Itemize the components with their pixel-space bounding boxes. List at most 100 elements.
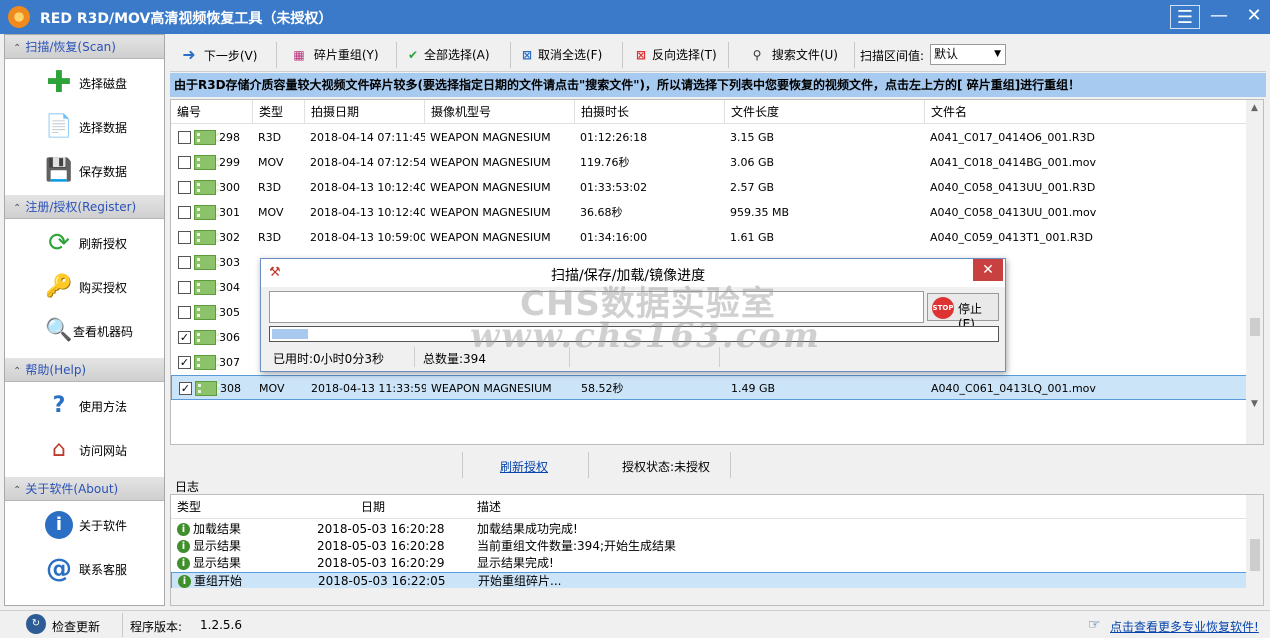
row-checkbox[interactable] [178,131,191,144]
deselect-all-button[interactable]: ⊠ 取消全选(F) [516,42,602,68]
toolbar-separator [854,42,855,68]
row-checkbox[interactable] [178,281,191,294]
row-checkbox[interactable] [178,181,191,194]
status-bar: ↻ 检查更新 程序版本: 1.2.5.6 ☞ 点击查看更多专业恢复软件! [0,610,1270,638]
close-icon[interactable]: ✕ [973,259,1003,281]
scroll-thumb[interactable] [1250,539,1260,571]
update-globe-icon[interactable]: ↻ [26,614,46,634]
search-files-button[interactable]: ⚲ 搜索文件(U) [746,42,838,68]
home-globe-icon: ⌂ [52,437,66,462]
arrow-right-icon: ➜ [182,45,196,64]
sidebar-item-select-disk[interactable]: ✚ 选择磁盘 [5,63,164,103]
row-name: A040_C058_0413UU_001.mov [930,206,1097,219]
sidebar-item-refresh-license[interactable]: ⟳ 刷新授权 [5,223,164,263]
select-all-button[interactable]: ✔ 全部选择(A) [402,42,490,68]
app-logo-icon [8,6,30,28]
minimize-icon[interactable]: — [1205,4,1233,30]
stop-button[interactable]: STOP 停止(E) [927,293,999,331]
log-column-type[interactable]: 类型 [171,495,201,519]
column-header-date[interactable]: 拍摄日期 [305,100,425,124]
row-checkbox[interactable]: ✓ [179,382,192,395]
file-row[interactable]: ✓ 308 MOV 2018-04-13 11:33:59 WEAPON MAGNESI… [171,375,1247,400]
row-checkbox[interactable]: ✓ [178,331,191,344]
row-name: A041_C018_0414BG_001.mov [930,156,1097,169]
sidebar-section-register[interactable]: ⌃ 注册/授权(Register) [5,195,164,219]
toolbar-separator [622,42,623,68]
scroll-thumb[interactable] [1250,318,1260,336]
column-header-id[interactable]: 编号 [171,100,253,124]
close-icon[interactable]: ✕ [1240,4,1268,30]
refresh-license-link[interactable]: 刷新授权 [500,458,548,475]
row-type: R3D [258,131,282,144]
log-row[interactable]: i 显示结果 2018-05-03 16:20:28 当前重组文件数量:394;开始生… [171,538,1247,555]
log-column-desc[interactable]: 描述 [471,495,501,519]
video-file-icon [194,155,219,170]
column-header-duration[interactable]: 拍摄时长 [575,100,725,124]
row-size: 2.57 GB [730,181,775,194]
log-row[interactable]: i 重组开始 2018-05-03 16:22:05 开始重组碎片... [171,572,1247,589]
row-camera: WEAPON MAGNESIUM [430,131,551,144]
menu-icon[interactable]: ☰ [1170,5,1200,29]
separator [414,347,415,367]
scroll-up-icon[interactable]: ▲ [1246,100,1263,117]
row-type: MOV [258,206,284,219]
sidebar-item-usage[interactable]: ? 使用方法 [5,386,164,426]
log-row[interactable]: i 显示结果 2018-05-03 16:20:29 显示结果完成! [171,555,1247,572]
video-file-icon [194,330,219,345]
file-row[interactable]: 301 MOV 2018-04-13 10:12:40 WEAPON MAGNESIU… [171,200,1247,225]
chevron-up-icon: ⌃ [13,43,22,54]
next-button[interactable]: ➜ 下一步(V) [178,42,257,68]
sidebar-item-website[interactable]: ⌂ 访问网站 [5,430,164,470]
chevron-down-icon: ▼ [994,49,1001,59]
file-row[interactable]: 302 R3D 2018-04-13 10:59:00 WEAPON MAGNESIU… [171,225,1247,250]
row-date: 2018-04-13 10:12:40 [310,181,425,194]
file-table-header: 编号 类型 拍摄日期 摄像机型号 拍摄时长 文件长度 文件名 [171,100,1247,124]
sidebar-item-select-data[interactable]: 📄 选择数据 [5,107,164,147]
license-status: 授权状态:未授权 [622,460,711,474]
column-header-size[interactable]: 文件长度 [725,100,925,124]
sidebar-item-contact[interactable]: @ 联系客服 [5,549,164,589]
file-table-scrollbar[interactable]: ▲ ▼ [1246,100,1263,444]
scroll-down-icon[interactable]: ▼ [1246,396,1263,413]
sidebar-item-about[interactable]: i 关于软件 [5,505,164,545]
row-duration: 01:33:53:02 [580,181,648,194]
video-file-icon [194,280,219,295]
log-column-date[interactable]: 日期 [355,495,385,519]
column-header-type[interactable]: 类型 [253,100,305,124]
row-checkbox[interactable]: ✓ [178,356,191,369]
log-scrollbar[interactable] [1246,495,1263,605]
video-file-icon [195,381,220,396]
column-header-camera[interactable]: 摄像机型号 [425,100,575,124]
sidebar-item-save-data[interactable]: 💾 保存数据 [5,151,164,191]
file-row[interactable]: 298 R3D 2018-04-14 07:11:45 WEAPON MAGNESIU… [171,125,1247,150]
row-checkbox[interactable] [178,256,191,269]
file-row[interactable]: 299 MOV 2018-04-14 07:12:54 WEAPON MAGNESIU… [171,150,1247,175]
scan-interval-select[interactable]: 默认 ▼ [930,44,1006,65]
log-type: 显示结果 [193,539,242,553]
reassemble-button[interactable]: ▦ 碎片重组(Y) [288,42,378,68]
log-header: 类型 日期 描述 [171,495,1247,519]
column-header-filename[interactable]: 文件名 [925,100,1247,124]
file-row[interactable]: 300 R3D 2018-04-13 10:12:40 WEAPON MAGNESIU… [171,175,1247,200]
sidebar-section-about[interactable]: ⌃ 关于软件(About) [5,477,164,501]
log-type: 加载结果 [193,522,242,536]
video-file-icon [194,230,219,245]
row-checkbox[interactable] [178,306,191,319]
progress-fill [272,329,308,339]
log-hscrollbar[interactable] [171,588,1247,605]
sidebar-item-buy-license[interactable]: 🔑 购买授权 [5,267,164,307]
check-update-button[interactable]: 检查更新 [52,618,100,635]
more-software-link[interactable]: 点击查看更多专业恢复软件! [1110,618,1259,635]
row-checkbox[interactable] [178,156,191,169]
sidebar-section-help[interactable]: ⌃ 帮助(Help) [5,358,164,382]
row-checkbox[interactable] [178,206,191,219]
elapsed-time: 已用时:0小时0分3秒 [273,352,384,366]
row-name: A040_C059_0413T1_001.R3D [930,231,1094,244]
row-id: 307 [219,356,240,369]
sidebar-item-machine-code[interactable]: 🔍 查看机器码 [5,311,164,351]
sidebar-section-scan[interactable]: ⌃ 扫描/恢复(Scan) [5,35,164,59]
row-type: MOV [258,156,284,169]
log-row[interactable]: i 加载结果 2018-05-03 16:20:28 加载结果成功完成! [171,521,1247,538]
invert-selection-button[interactable]: ⊠ 反向选择(T) [630,42,717,68]
row-checkbox[interactable] [178,231,191,244]
